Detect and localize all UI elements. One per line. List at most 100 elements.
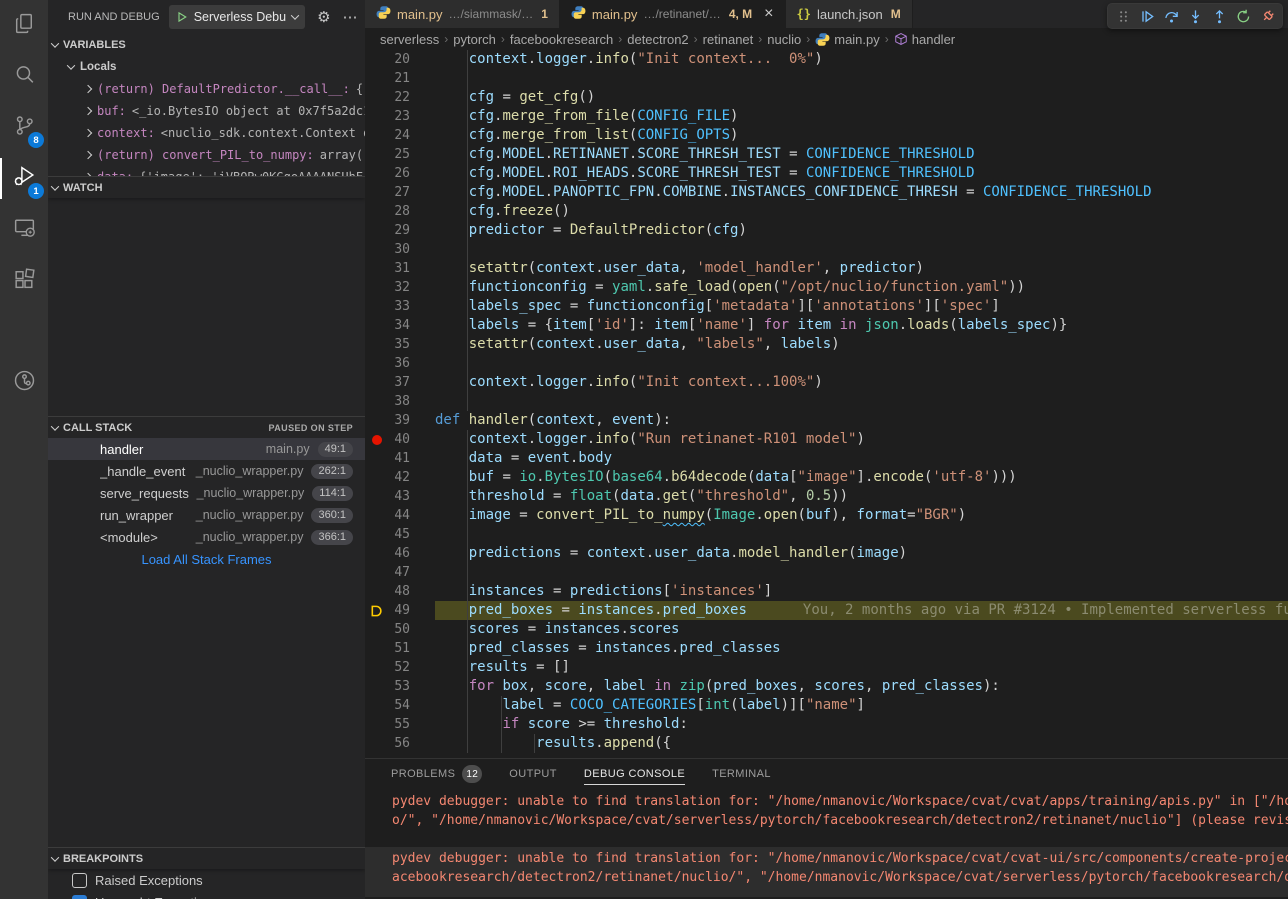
variables-section-header[interactable]: VARIABLES — [48, 34, 365, 56]
debug-settings-gear-icon[interactable]: ⚙ — [317, 10, 330, 25]
breadcrumb-item-nuclio[interactable]: nuclio — [767, 32, 801, 47]
breadcrumb-separator: › — [501, 32, 505, 46]
variable-row[interactable]: context:<nuclio_sdk.context.Context obje… — [48, 122, 365, 144]
gutter[interactable]: 45 — [365, 525, 435, 544]
activity-bar-item-explorer[interactable] — [0, 0, 48, 51]
activity-bar-item-extensions[interactable] — [0, 255, 48, 306]
variable-row[interactable]: data:{'image': 'iVBORw0KGgoAAAANSUhE… 55 — [48, 166, 365, 176]
activity-bar-item-search[interactable] — [0, 51, 48, 102]
step-out-button[interactable] — [1207, 5, 1231, 27]
variable-row[interactable]: (return) DefaultPredictor.__call__:{'ins… — [48, 78, 365, 100]
gutter[interactable]: 39 — [365, 411, 435, 430]
breakpoints-section-header[interactable]: BREAKPOINTS — [48, 847, 365, 869]
activity-bar-item-run-and-debug[interactable]: 1 — [0, 153, 48, 204]
gutter[interactable]: 44 — [365, 506, 435, 525]
gutter[interactable]: 24 — [365, 126, 435, 145]
editor-tab-launch-json[interactable]: {}launch.jsonM — [786, 0, 913, 28]
breadcrumb-item-detectron2[interactable]: detectron2 — [627, 32, 688, 47]
call-stack-section-header[interactable]: CALL STACK PAUSED ON STEP — [48, 416, 365, 438]
stack-frame[interactable]: <module>_nuclio_wrapper.py366:1 — [48, 526, 365, 548]
line-number: 34 — [366, 316, 410, 335]
checkbox-checked[interactable] — [72, 895, 87, 899]
gutter[interactable]: 43 — [365, 487, 435, 506]
code-editor[interactable]: 20 context.logger.info("Init context... … — [365, 50, 1288, 758]
gutter[interactable]: 48 — [365, 582, 435, 601]
start-debug-icon[interactable] — [176, 11, 188, 23]
gutter[interactable]: 47 — [365, 563, 435, 582]
restart-button[interactable] — [1231, 5, 1255, 27]
variable-value: {'inst… — [356, 82, 365, 96]
gutter[interactable]: 54 — [365, 696, 435, 715]
activity-bar-item-remote-explorer[interactable] — [0, 204, 48, 255]
gutter[interactable]: 40 — [365, 430, 435, 449]
gutter[interactable]: 55 — [365, 715, 435, 734]
code-text: pred_classes = instances.pred_classes — [435, 639, 1288, 658]
breakpoint-row[interactable]: Raised Exceptions — [48, 869, 365, 891]
launch-config-dropdown[interactable]: Serverless Debu — [169, 5, 305, 29]
debug-toolbar — [1107, 3, 1283, 29]
gutter[interactable]: 27 — [365, 183, 435, 202]
gutter[interactable]: 37 — [365, 373, 435, 392]
gutter[interactable]: 35 — [365, 335, 435, 354]
breadcrumb-item-facebookresearch[interactable]: facebookresearch — [510, 32, 613, 47]
load-all-stack-frames-link[interactable]: Load All Stack Frames — [48, 548, 365, 570]
gutter[interactable]: 20 — [365, 50, 435, 69]
gutter[interactable]: 51 — [365, 639, 435, 658]
gutter[interactable]: 41 — [365, 449, 435, 468]
activity-bar-item-docker[interactable] — [0, 306, 48, 357]
panel-tab-problems[interactable]: PROBLEMS12 — [391, 759, 482, 789]
stack-frame-file: _nuclio_wrapper.py — [197, 486, 305, 500]
indent-guide — [467, 88, 468, 107]
gutter[interactable]: 36 — [365, 354, 435, 373]
stack-frame[interactable]: serve_requests_nuclio_wrapper.py114:1 — [48, 482, 365, 504]
editor-tab-main-py[interactable]: main.py…/siammask/…1 — [365, 0, 560, 28]
gutter[interactable]: 33 — [365, 297, 435, 316]
gutter[interactable]: 53 — [365, 677, 435, 696]
step-into-button[interactable] — [1183, 5, 1207, 27]
stack-frame[interactable]: run_wrapper_nuclio_wrapper.py360:1 — [48, 504, 365, 526]
breadcrumb-item-handler[interactable]: handler — [894, 32, 955, 47]
breadcrumb-item-main-py[interactable]: main.py — [815, 32, 880, 47]
locals-scope-row[interactable]: Locals — [48, 56, 365, 78]
gutter[interactable]: 22 — [365, 88, 435, 107]
breadcrumb-item-pytorch[interactable]: pytorch — [453, 32, 496, 47]
variable-row[interactable]: (return) convert_PIL_to_numpy:array([[[ … — [48, 144, 365, 166]
gutter[interactable]: 32 — [365, 278, 435, 297]
editor-tab-main-py[interactable]: main.py…/retinanet/…4, M× — [560, 0, 786, 28]
watch-section-header[interactable]: WATCH — [48, 176, 365, 198]
panel-tab-debug-console[interactable]: DEBUG CONSOLE — [584, 759, 685, 789]
debug-console-output[interactable]: pydev debugger: unable to find translati… — [365, 790, 1288, 899]
close-icon[interactable]: × — [764, 6, 773, 22]
gutter[interactable]: 21 — [365, 69, 435, 88]
gutter[interactable]: 29 — [365, 221, 435, 240]
gutter[interactable]: 25 — [365, 145, 435, 164]
activity-bar-item-git-graph[interactable] — [0, 357, 48, 408]
breadcrumb-item-serverless[interactable]: serverless — [380, 32, 439, 47]
gutter[interactable]: 50 — [365, 620, 435, 639]
disconnect-button[interactable] — [1255, 5, 1279, 27]
gutter[interactable]: 46 — [365, 544, 435, 563]
checkbox-unchecked[interactable] — [72, 873, 87, 888]
gutter[interactable]: 30 — [365, 240, 435, 259]
more-actions-icon[interactable]: ⋯ — [343, 10, 358, 25]
stack-frame[interactable]: _handle_event_nuclio_wrapper.py262:1 — [48, 460, 365, 482]
panel-tab-terminal[interactable]: TERMINAL — [712, 759, 771, 789]
breakpoint-row[interactable]: Uncaught Exceptions — [48, 891, 365, 899]
gutter[interactable]: 42 — [365, 468, 435, 487]
gutter[interactable]: 26 — [365, 164, 435, 183]
gutter[interactable]: 31 — [365, 259, 435, 278]
gutter[interactable]: 49 — [365, 601, 435, 620]
step-over-button[interactable] — [1159, 5, 1183, 27]
breadcrumb-item-retinanet[interactable]: retinanet — [703, 32, 754, 47]
stack-frame[interactable]: handlermain.py49:1 — [48, 438, 365, 460]
gutter[interactable]: 38 — [365, 392, 435, 411]
gutter[interactable]: 56 — [365, 734, 435, 753]
gutter[interactable]: 23 — [365, 107, 435, 126]
activity-bar-item-source-control[interactable]: 8 — [0, 102, 48, 153]
gutter[interactable]: 28 — [365, 202, 435, 221]
gutter[interactable]: 52 — [365, 658, 435, 677]
panel-tab-output[interactable]: OUTPUT — [509, 759, 557, 789]
continue-button[interactable] — [1135, 5, 1159, 27]
variable-row[interactable]: buf:<_io.BytesIO object at 0x7f5a2dc1ecc… — [48, 100, 365, 122]
gutter[interactable]: 34 — [365, 316, 435, 335]
